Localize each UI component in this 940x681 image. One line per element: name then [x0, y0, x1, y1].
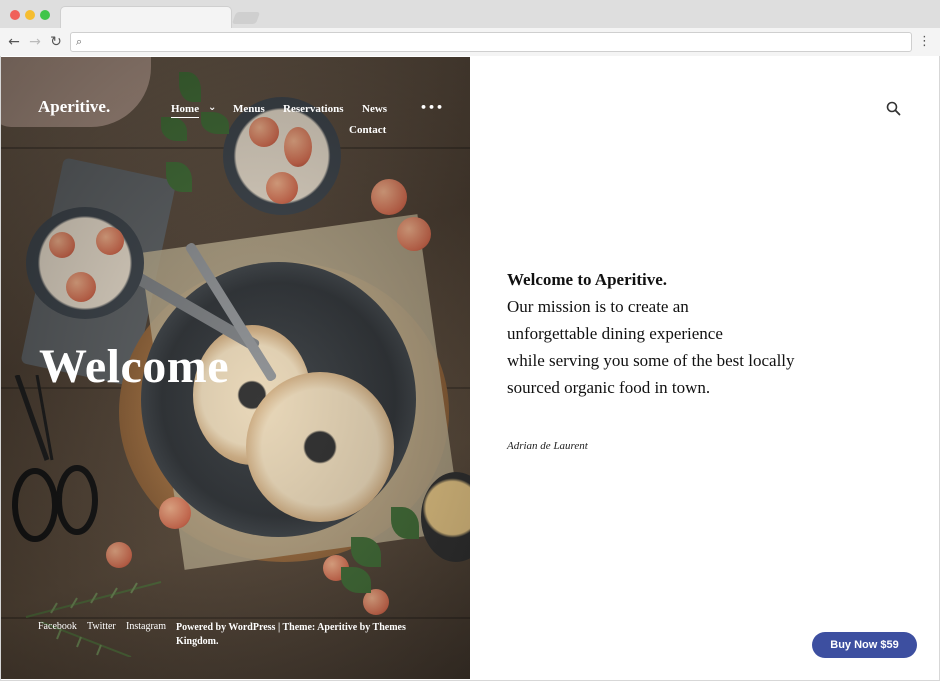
- social-link-instagram[interactable]: Instagram: [126, 621, 166, 632]
- nav-item-home[interactable]: Home: [171, 103, 200, 118]
- intro-line: Our mission is to create an: [507, 297, 689, 316]
- forward-arrow-icon[interactable]: →: [26, 33, 44, 51]
- intro-text: Welcome to Aperitive. Our mission is to …: [507, 266, 867, 401]
- minimize-window-button[interactable]: [25, 10, 35, 20]
- new-tab-button[interactable]: [231, 12, 261, 24]
- address-bar[interactable]: ⌕: [70, 32, 912, 52]
- browser-tab[interactable]: [60, 6, 232, 29]
- social-link-facebook[interactable]: Facebook: [38, 621, 77, 632]
- intro-line: while serving you some of the best local…: [507, 351, 795, 370]
- chevron-down-icon[interactable]: ⌄: [208, 102, 216, 113]
- hero-footer: Facebook Twitter Instagram Powered by Wo…: [38, 621, 438, 651]
- browser-chrome: ← → ↻ ⌕ ⋮: [0, 0, 940, 56]
- back-arrow-icon[interactable]: ←: [5, 33, 23, 51]
- tab-bar: [0, 0, 940, 29]
- footer-credit: Powered by WordPress | Theme: Aperitive …: [176, 622, 406, 647]
- nav-item-news[interactable]: News: [362, 103, 387, 115]
- main-navigation: Home ⌄ Menus Reservations News ••• Conta…: [171, 101, 443, 143]
- intro-line: unforgettable dining experience: [507, 324, 723, 343]
- site-logo[interactable]: Aperitive.: [38, 97, 110, 117]
- nav-item-contact[interactable]: Contact: [349, 124, 386, 136]
- maximize-window-button[interactable]: [40, 10, 50, 20]
- nav-item-menus[interactable]: Menus: [233, 103, 265, 115]
- browser-toolbar: ← → ↻ ⌕ ⋮: [0, 28, 940, 56]
- search-icon[interactable]: [885, 100, 903, 118]
- browser-menu-icon[interactable]: ⋮: [918, 33, 931, 51]
- intro-title: Welcome to Aperitive.: [507, 270, 668, 289]
- buy-now-button[interactable]: Buy Now $59: [812, 632, 917, 658]
- search-icon: ⌕: [76, 35, 83, 48]
- reload-icon[interactable]: ↻: [47, 33, 65, 51]
- hero-title: Welcome: [39, 340, 230, 393]
- social-link-twitter[interactable]: Twitter: [87, 621, 116, 632]
- more-menu-icon[interactable]: •••: [420, 101, 444, 114]
- nav-item-reservations[interactable]: Reservations: [283, 103, 344, 115]
- close-window-button[interactable]: [10, 10, 20, 20]
- signature: Adrian de Laurent: [507, 440, 588, 452]
- hero-panel: Aperitive. Home ⌄ Menus Reservations New…: [1, 57, 470, 679]
- intro-line: sourced organic food in town.: [507, 378, 711, 397]
